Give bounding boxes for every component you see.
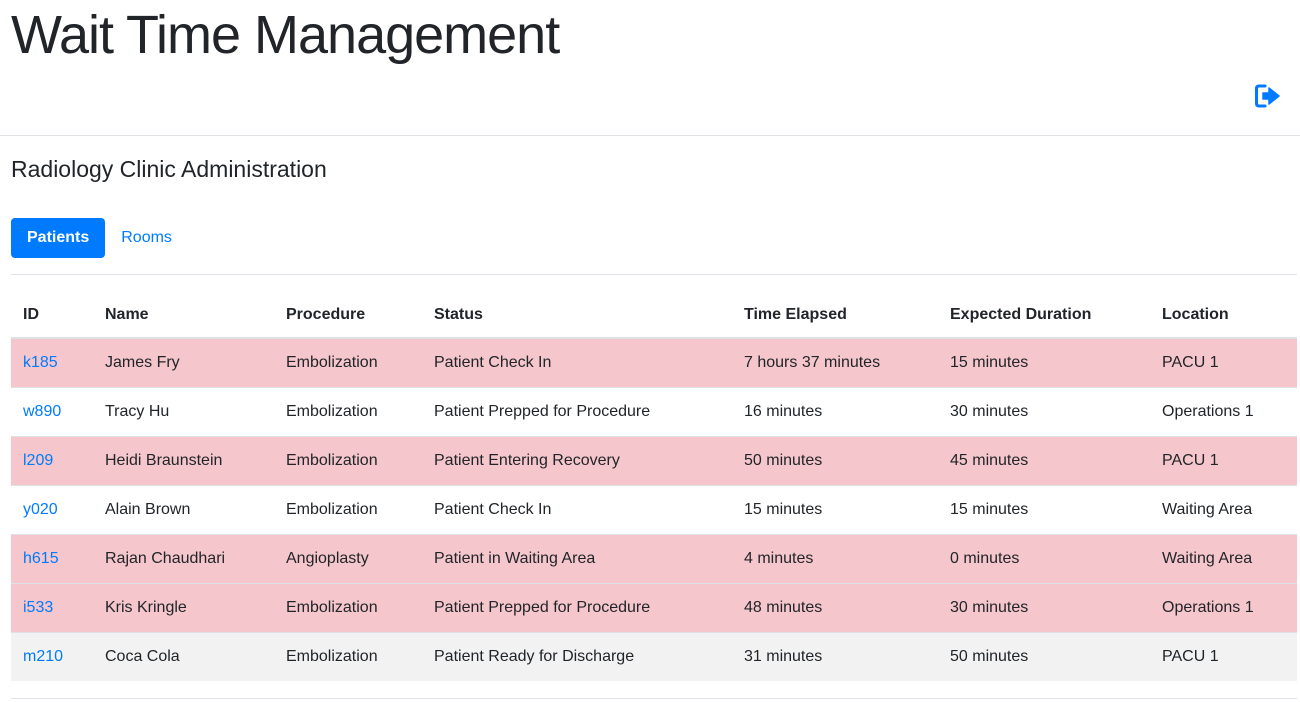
table-row: h615 Rajan Chaudhari Angioplasty Patient… [11, 533, 1297, 583]
cell-procedure: Embolization [274, 484, 422, 534]
sign-out-icon [1255, 84, 1280, 108]
cell-status: Patient Ready for Discharge [422, 631, 732, 681]
cell-time-elapsed: 7 hours 37 minutes [732, 337, 938, 387]
table-row: w890 Tracy Hu Embolization Patient Prepp… [11, 386, 1297, 436]
cell-procedure: Embolization [274, 582, 422, 632]
cell-expected-duration: 30 minutes [938, 582, 1150, 632]
cell-expected-duration: 50 minutes [938, 631, 1150, 681]
app-title: Wait Time Management [11, 5, 560, 65]
column-header-location: Location [1150, 292, 1297, 339]
cell-name: Rajan Chaudhari [93, 533, 274, 583]
tab-bar: Patients Rooms [11, 218, 188, 258]
cell-time-elapsed: 15 minutes [732, 484, 938, 534]
cell-id: l209 [11, 435, 93, 485]
cell-expected-duration: 15 minutes [938, 337, 1150, 387]
tabs-divider [11, 274, 1297, 275]
column-header-expected-duration: Expected Duration [938, 292, 1150, 339]
cell-name: Kris Kringle [93, 582, 274, 632]
cell-id: h615 [11, 533, 93, 583]
cell-location: PACU 1 [1150, 337, 1297, 387]
section-title: Radiology Clinic Administration [11, 156, 327, 182]
cell-id: k185 [11, 337, 93, 387]
cell-time-elapsed: 16 minutes [732, 386, 938, 436]
column-header-id: ID [11, 292, 93, 339]
cell-expected-duration: 15 minutes [938, 484, 1150, 534]
cell-name: James Fry [93, 337, 274, 387]
patient-id-link[interactable]: k185 [23, 354, 58, 371]
patient-id-link[interactable]: y020 [23, 501, 58, 518]
cell-status: Patient Entering Recovery [422, 435, 732, 485]
cell-procedure: Embolization [274, 386, 422, 436]
cell-procedure: Embolization [274, 631, 422, 681]
patients-table: ID Name Procedure Status Time Elapsed Ex… [11, 292, 1297, 681]
table-row: k185 James Fry Embolization Patient Chec… [11, 337, 1297, 387]
patient-id-link[interactable]: m210 [23, 648, 63, 665]
table-row: i533 Kris Kringle Embolization Patient P… [11, 582, 1297, 632]
patient-id-link[interactable]: w890 [23, 403, 61, 420]
column-header-status: Status [422, 292, 732, 339]
cell-time-elapsed: 48 minutes [732, 582, 938, 632]
cell-status: Patient Check In [422, 337, 732, 387]
patient-id-link[interactable]: h615 [23, 550, 59, 567]
patient-id-link[interactable]: l209 [23, 452, 53, 469]
cell-time-elapsed: 50 minutes [732, 435, 938, 485]
cell-name: Alain Brown [93, 484, 274, 534]
column-header-name: Name [93, 292, 274, 339]
tab-rooms[interactable]: Rooms [105, 218, 188, 258]
cell-status: Patient Check In [422, 484, 732, 534]
cell-id: i533 [11, 582, 93, 632]
cell-status: Patient Prepped for Procedure [422, 386, 732, 436]
cell-procedure: Angioplasty [274, 533, 422, 583]
column-header-procedure: Procedure [274, 292, 422, 339]
cell-status: Patient in Waiting Area [422, 533, 732, 583]
cell-location: PACU 1 [1150, 631, 1297, 681]
cell-id: m210 [11, 631, 93, 681]
table-row: m210 Coca Cola Embolization Patient Read… [11, 631, 1297, 681]
bottom-divider [11, 698, 1297, 699]
cell-id: y020 [11, 484, 93, 534]
cell-expected-duration: 0 minutes [938, 533, 1150, 583]
cell-expected-duration: 30 minutes [938, 386, 1150, 436]
cell-location: Waiting Area [1150, 484, 1297, 534]
cell-name: Heidi Braunstein [93, 435, 274, 485]
cell-status: Patient Prepped for Procedure [422, 582, 732, 632]
cell-location: Operations 1 [1150, 582, 1297, 632]
patient-id-link[interactable]: i533 [23, 599, 53, 616]
cell-name: Tracy Hu [93, 386, 274, 436]
cell-procedure: Embolization [274, 337, 422, 387]
cell-name: Coca Cola [93, 631, 274, 681]
table-header-row: ID Name Procedure Status Time Elapsed Ex… [11, 292, 1297, 339]
cell-id: w890 [11, 386, 93, 436]
cell-location: Operations 1 [1150, 386, 1297, 436]
header-divider [0, 135, 1300, 136]
cell-time-elapsed: 4 minutes [732, 533, 938, 583]
table-row: y020 Alain Brown Embolization Patient Ch… [11, 484, 1297, 534]
cell-procedure: Embolization [274, 435, 422, 485]
cell-expected-duration: 45 minutes [938, 435, 1150, 485]
table-row: l209 Heidi Braunstein Embolization Patie… [11, 435, 1297, 485]
cell-time-elapsed: 31 minutes [732, 631, 938, 681]
column-header-time-elapsed: Time Elapsed [732, 292, 938, 339]
cell-location: Waiting Area [1150, 533, 1297, 583]
logout-button[interactable] [1255, 84, 1281, 108]
tab-patients[interactable]: Patients [11, 218, 106, 258]
cell-location: PACU 1 [1150, 435, 1297, 485]
